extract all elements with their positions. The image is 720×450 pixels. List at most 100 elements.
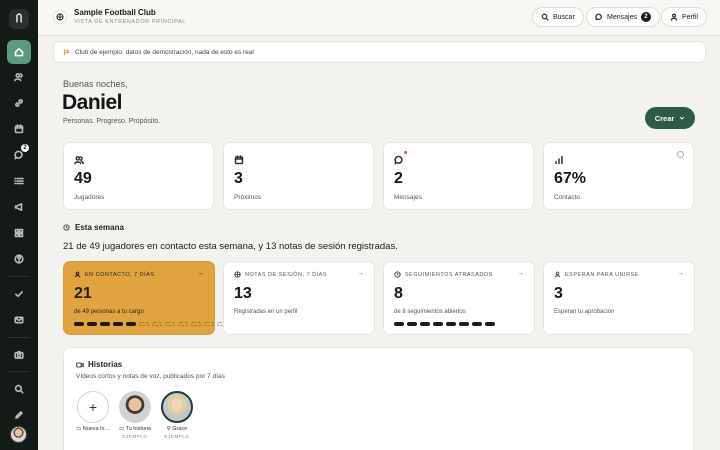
pencil-icon (15, 411, 23, 419)
stat-label: Contacto (554, 194, 581, 201)
stat-value: 3 (234, 170, 243, 187)
story-tag: EJEMPLO (122, 434, 148, 439)
club-view-label: VISTA DE ENTRENADOR PRINCIPAL (74, 19, 186, 25)
ball-icon (234, 271, 241, 278)
week-card-value: 21 (74, 285, 92, 302)
camera-nav-button[interactable] (7, 344, 31, 366)
progress-segment (152, 322, 162, 326)
arrow-right-icon: → (357, 270, 364, 277)
week-card-sub: Esperan tu aprobación (554, 309, 615, 315)
home-icon (14, 48, 24, 57)
profile-button-label: Perfil (682, 13, 698, 21)
progress-segment (394, 322, 404, 326)
flag-icon (63, 49, 70, 55)
messages-nav-button[interactable]: 2 (7, 144, 31, 166)
progress-segment (459, 322, 469, 326)
week-card-header: ESPERAN PARA UNIRSE (554, 271, 639, 278)
stat-card-messages[interactable]: 2 Mensajes (383, 142, 534, 210)
search-icon (14, 384, 24, 394)
story-item[interactable]: ⚲ Grace EJEMPLO (157, 391, 197, 439)
progress-segment (178, 322, 188, 326)
search-icon (541, 13, 549, 21)
search-button[interactable]: Buscar (532, 7, 584, 27)
week-card-title: ESPERAN PARA UNIRSE (565, 271, 639, 278)
user-avatar[interactable] (10, 426, 27, 443)
progress-segment (433, 322, 443, 326)
chat-icon (394, 152, 404, 165)
links-nav-button[interactable] (7, 92, 31, 114)
contact-progress-bar (74, 322, 227, 326)
bar-chart-icon (554, 152, 564, 165)
week-card-header: EN CONTACTO, 7 DÍAS (74, 271, 155, 278)
megaphone-icon (14, 203, 23, 211)
list-nav-button[interactable] (7, 170, 31, 192)
app-logo[interactable]: Ⴖ (9, 9, 29, 29)
profile-button[interactable]: Perfil (661, 7, 707, 27)
list-icon (14, 177, 24, 185)
plus-icon: + (77, 391, 109, 423)
story-tag: EJEMPLO (164, 434, 190, 439)
stories-heading: Historias (76, 360, 122, 369)
week-card-in-contact[interactable]: EN CONTACTO, 7 DÍAS → 21 de 49 personas … (63, 261, 227, 335)
sidebar: Ⴖ 2 (0, 0, 38, 450)
create-button[interactable]: Crear (645, 107, 695, 129)
stat-label: Jugadores (74, 194, 105, 201)
calendar-nav-button[interactable] (7, 118, 31, 140)
calendar-icon (14, 124, 24, 134)
new-story-button[interactable]: + ▭ Nueva hi… (73, 391, 113, 432)
edit-nav-button[interactable] (7, 404, 31, 426)
mail-nav-button[interactable] (7, 309, 31, 331)
players-nav-button[interactable] (7, 66, 31, 88)
progress-segment (100, 322, 110, 326)
messages-badge: 2 (21, 144, 29, 152)
progress-segment (126, 322, 136, 326)
week-card-title: SEGUIMIENTOS ATRASADOS (405, 271, 493, 278)
greeting-name: Daniel (62, 91, 123, 114)
video-icon (76, 361, 84, 368)
chevron-down-icon (680, 116, 685, 120)
messages-button[interactable]: Mensajes 2 (586, 7, 660, 27)
week-card-overdue-followups[interactable]: SEGUIMIENTOS ATRASADOS → 8 de 8 seguimie… (383, 261, 535, 335)
stat-card-players[interactable]: 49 Jugadores (63, 142, 214, 210)
stat-card-upcoming[interactable]: 3 Próximos (223, 142, 374, 210)
story-item[interactable]: ▭ Tu historia EJEMPLO (115, 391, 155, 439)
camera-icon (14, 351, 24, 359)
week-card-sub: de 49 personas a tu cargo (74, 309, 144, 315)
week-card-sub: de 8 seguimientos abiertos (394, 309, 466, 315)
grid-nav-button[interactable] (7, 222, 31, 244)
stat-value: 49 (74, 170, 92, 187)
clock-icon (394, 271, 401, 278)
club-name: Sample Football Club (74, 8, 156, 17)
stories-panel: Historias Vídeos cortos y notas de voz, … (63, 347, 694, 450)
home-nav-button[interactable] (7, 40, 31, 64)
stories-subtitle: Vídeos cortos y notas de voz, publicados… (76, 373, 225, 380)
progress-segment (165, 322, 175, 326)
users-icon (74, 152, 84, 165)
announcements-nav-button[interactable] (7, 196, 31, 218)
week-card-title: EN CONTACTO, 7 DÍAS (85, 271, 155, 278)
help-nav-button[interactable] (7, 248, 31, 270)
week-card-session-notes[interactable]: NOTAS DE SESIÓN, 7 DÍAS → 13 Registradas… (223, 261, 375, 335)
club-crest-icon (53, 10, 67, 24)
info-icon[interactable] (677, 151, 684, 158)
link-icon (15, 99, 23, 107)
arrow-right-icon: → (677, 270, 684, 277)
week-card-title: NOTAS DE SESIÓN, 7 DÍAS (245, 271, 327, 278)
sidebar-divider (8, 276, 30, 277)
greeting-tagline: Personas. Progreso. Propósito. (63, 118, 161, 125)
search-nav-button[interactable] (7, 378, 31, 400)
week-card-value: 3 (554, 285, 563, 302)
mail-icon (14, 316, 24, 324)
stat-card-contact[interactable]: 67% Contacto (543, 142, 694, 210)
tasks-nav-button[interactable] (7, 283, 31, 305)
progress-segment (407, 322, 417, 326)
arrow-right-icon: → (197, 270, 204, 277)
story-avatar (119, 391, 151, 423)
progress-segment (420, 322, 430, 326)
week-card-waiting-to-join[interactable]: ESPERAN PARA UNIRSE → 3 Esperan tu aprob… (543, 261, 695, 335)
progress-segment (191, 322, 201, 326)
week-card-value: 13 (234, 285, 252, 302)
story-name: ▭ Tu historia (118, 426, 152, 432)
week-card-header: SEGUIMIENTOS ATRASADOS (394, 271, 493, 278)
this-week-title: Esta semana (75, 223, 124, 232)
